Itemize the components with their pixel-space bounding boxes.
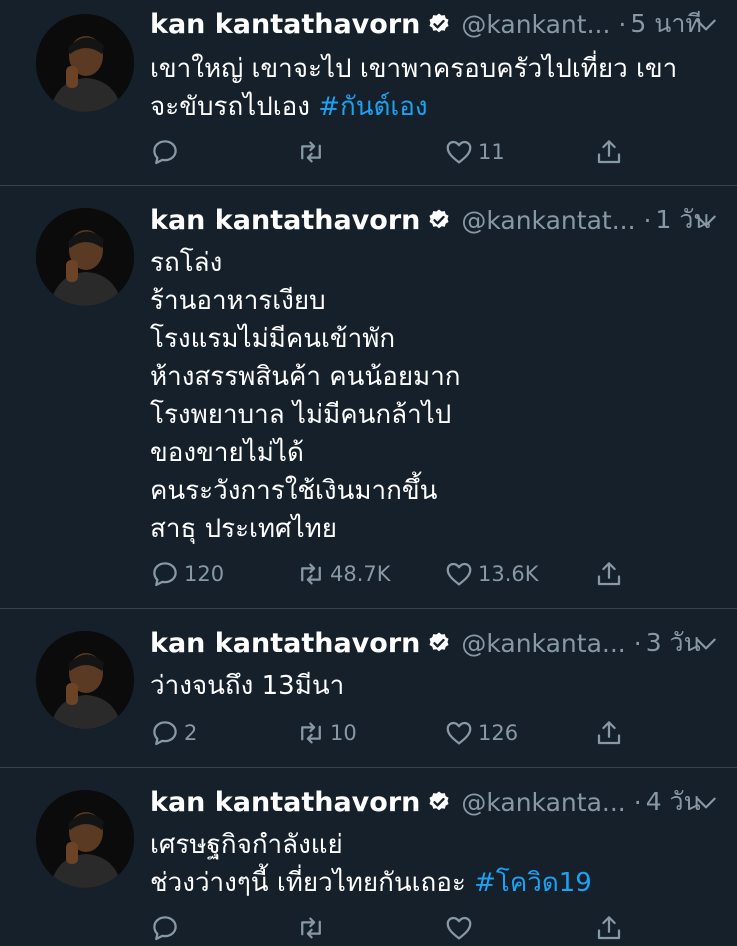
avatar-photo-icon: [36, 631, 134, 729]
separator-dot: ·: [618, 9, 627, 39]
reply-icon: [153, 562, 177, 587]
author-handle[interactable]: @kankant...: [461, 10, 610, 39]
share-icon: [597, 721, 621, 745]
author-name[interactable]: kan kantathavorn: [150, 205, 420, 236]
tweet-text-line: โรงพยาบาล ไม่มีคนกล้าไป: [150, 400, 452, 430]
avatar[interactable]: [36, 208, 134, 306]
retweet-icon: [301, 563, 321, 585]
tweet-text-line: ของขายไม่ได้: [150, 438, 304, 468]
tweet-text: เขาใหญ่ เขาจะไป เขาพาครอบครัวไปเที่ยว เข…: [150, 50, 717, 126]
tweet-text-line: ช่วงว่างๆนี้ เที่ยวไทยกันเถอะ #โควิด19: [150, 868, 592, 898]
retweet-icon: [301, 722, 321, 744]
tweet-actions: 2 10 126: [150, 715, 717, 751]
tweet-text-line: ว่างจนถึง 13มีนา: [150, 671, 345, 701]
author-name[interactable]: kan kantathavorn: [150, 9, 420, 40]
verified-badge-icon: [429, 13, 449, 33]
hashtag-link[interactable]: #กันต์เอง: [318, 92, 427, 122]
separator-dot: ·: [643, 205, 652, 235]
avatar[interactable]: [36, 631, 134, 729]
retweet-button[interactable]: 10: [296, 715, 357, 751]
reply-icon: [153, 140, 177, 165]
retweet-icon: [301, 917, 321, 939]
share-button[interactable]: [594, 556, 624, 592]
tweet-header: kan kantathavorn @kankant... · 5 นาที: [150, 4, 719, 44]
verified-badge-icon: [429, 632, 449, 652]
chevron-down-icon[interactable]: [693, 790, 719, 816]
reply-icon: [153, 721, 177, 746]
retweet-button[interactable]: [296, 134, 330, 170]
retweet-button[interactable]: 48.7K: [296, 556, 391, 592]
reply-count: 120: [184, 562, 225, 586]
tweet-header: kan kantathavorn @kankantat... · 1 วัน: [150, 200, 719, 240]
share-button[interactable]: [594, 715, 624, 751]
like-count: 126: [478, 721, 519, 745]
tweet-text: รถโล่ง ร้านอาหารเงียบ โรงแรมไม่มีคนเข้าพ…: [150, 244, 717, 548]
reply-button[interactable]: [150, 910, 180, 946]
like-button[interactable]: [444, 910, 474, 946]
tweet-text-line: เขาใหญ่ เขาจะไป เขาพาครอบครัวไปเที่ยว เข…: [150, 54, 678, 84]
share-button[interactable]: [594, 134, 624, 170]
tweet-text-line: โรงแรมไม่มีคนเข้าพัก: [150, 324, 396, 354]
like-button[interactable]: 126: [444, 715, 518, 751]
like-count: 13.6K: [478, 562, 539, 586]
tweet[interactable]: kan kantathavorn @kankanta... · 4 วัน เศ…: [0, 768, 737, 941]
like-button[interactable]: 13.6K: [444, 556, 539, 592]
tweet[interactable]: kan kantathavorn @kankanta... · 3 วัน ว่…: [0, 609, 737, 768]
avatar[interactable]: [36, 14, 134, 112]
share-icon: [597, 916, 621, 940]
separator-dot: ·: [633, 628, 642, 658]
share-icon: [597, 562, 621, 586]
retweet-count: 10: [330, 721, 357, 745]
tweet-header: kan kantathavorn @kankanta... · 4 วัน: [150, 782, 719, 822]
retweet-icon: [301, 141, 321, 163]
reply-button[interactable]: [150, 134, 184, 170]
retweet-count: 48.7K: [330, 562, 391, 586]
retweet-button[interactable]: [296, 910, 326, 946]
tweet-text-line: ร้านอาหารเงียบ: [150, 286, 326, 316]
tweet-timestamp[interactable]: 5 นาที: [630, 4, 701, 44]
chevron-down-icon[interactable]: [693, 631, 719, 657]
tweet-text-line: จะขับรถไปเอง #กันต์เอง: [150, 92, 428, 122]
tweet-text: ว่างจนถึง 13มีนา: [150, 667, 717, 705]
avatar-photo-icon: [36, 14, 134, 112]
like-button[interactable]: 11: [444, 134, 505, 170]
tweet[interactable]: kan kantathavorn @kankant... · 5 นาที เข…: [0, 0, 737, 186]
chevron-down-icon[interactable]: [693, 208, 719, 234]
avatar-photo-icon: [36, 790, 134, 888]
tweet-text-line: รถโล่ง: [150, 248, 223, 278]
reply-button[interactable]: 2: [150, 715, 197, 751]
heart-icon: [446, 140, 472, 164]
tweet-text: เศรษฐกิจกำลังแย่ ช่วงว่างๆนี้ เที่ยวไทยก…: [150, 826, 717, 902]
tweet-actions: 11: [150, 134, 717, 170]
verified-badge-icon: [429, 209, 449, 229]
reply-count: 2: [184, 721, 198, 745]
tweet-actions: 120 48.7K 13.6K: [150, 556, 717, 592]
separator-dot: ·: [633, 787, 642, 817]
share-icon: [597, 140, 621, 164]
tweet-text-line: เศรษฐกิจกำลังแย่: [150, 830, 343, 860]
reply-button[interactable]: 120: [150, 556, 224, 592]
avatar-photo-icon: [36, 208, 134, 306]
tweet-text-line: สาธุ ประเทศไทย: [150, 514, 338, 544]
chevron-down-icon[interactable]: [693, 12, 719, 38]
author-handle[interactable]: @kankanta...: [461, 629, 625, 658]
author-handle[interactable]: @kankantat...: [461, 206, 635, 235]
heart-icon: [446, 562, 472, 586]
heart-icon: [446, 721, 472, 745]
tweet-text-line: ห้างสรรพสินค้า คนน้อยมาก: [150, 362, 461, 392]
tweet-actions: [150, 910, 717, 946]
author-name[interactable]: kan kantathavorn: [150, 628, 420, 659]
tweet-text-line: คนระวังการใช้เงินมากขึ้น: [150, 476, 438, 506]
share-button[interactable]: [594, 910, 624, 946]
hashtag-link[interactable]: #โควิด19: [474, 868, 592, 898]
verified-badge-icon: [429, 791, 449, 811]
heart-icon: [446, 916, 472, 940]
like-count: 11: [478, 140, 505, 164]
author-handle[interactable]: @kankanta...: [461, 788, 625, 817]
author-name[interactable]: kan kantathavorn: [150, 787, 420, 818]
avatar[interactable]: [36, 790, 134, 888]
reply-icon: [153, 916, 177, 941]
tweet[interactable]: kan kantathavorn @kankantat... · 1 วัน ร…: [0, 186, 737, 609]
tweet-header: kan kantathavorn @kankanta... · 3 วัน: [150, 623, 719, 663]
